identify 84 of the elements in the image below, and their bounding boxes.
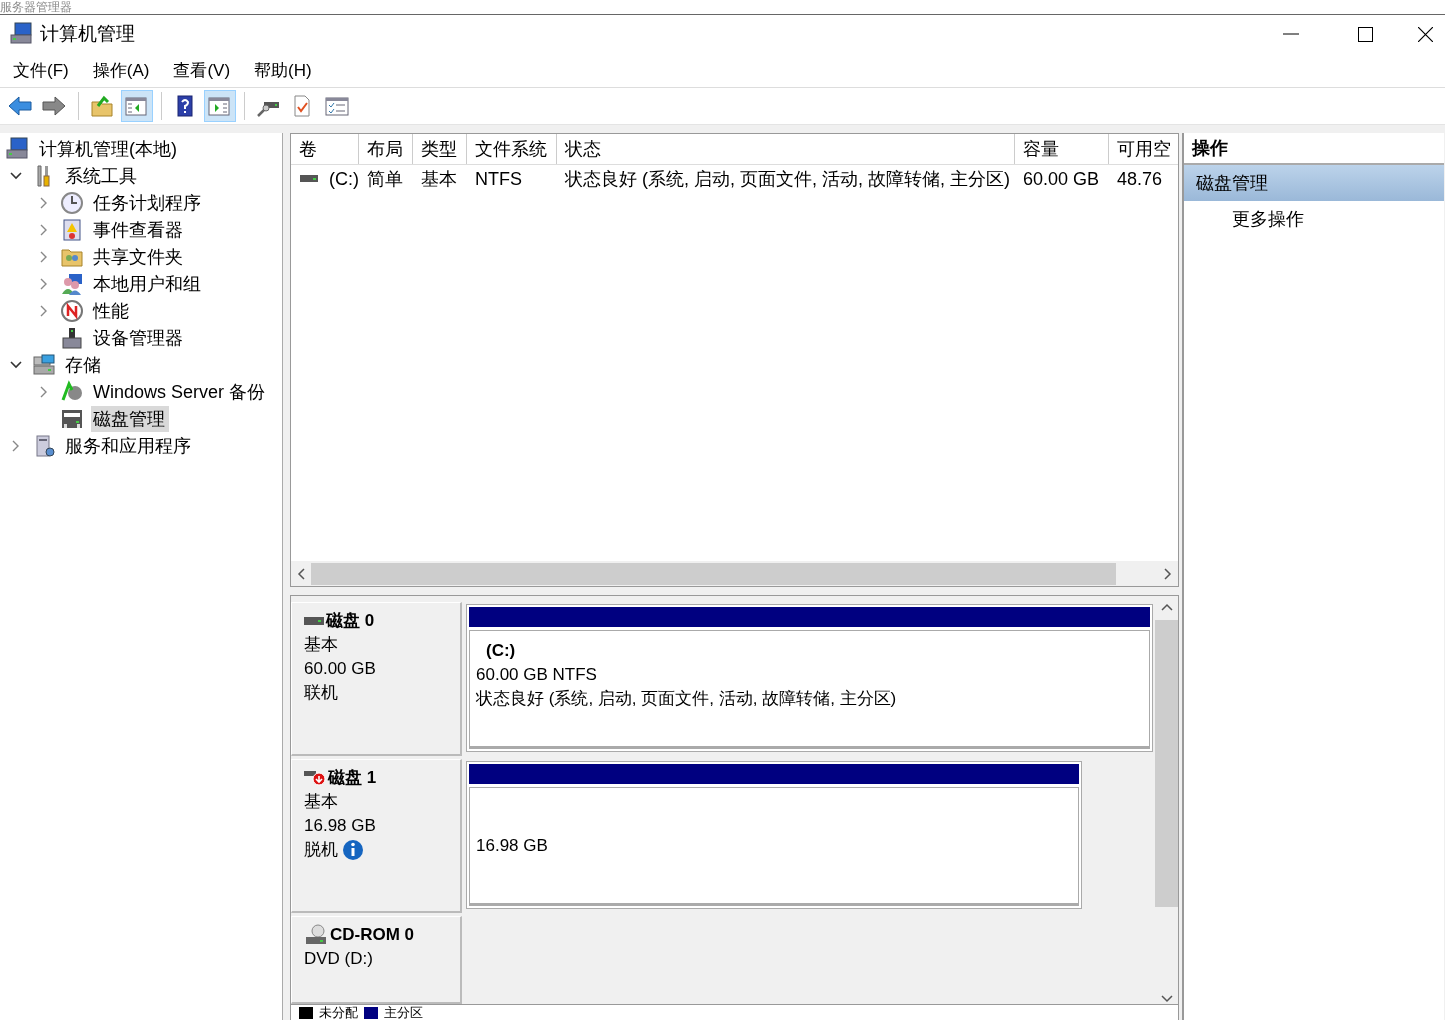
column-header[interactable]: 容量	[1015, 134, 1109, 164]
tree-item[interactable]: 服务和应用程序	[63, 432, 195, 459]
tree-item[interactable]: 计算机管理(本地)	[37, 135, 181, 162]
table-cell: 60.00 GB	[1023, 168, 1100, 190]
disk-size: 16.98 GB	[304, 815, 377, 837]
folder-up-icon	[90, 94, 116, 118]
scroll-thumb[interactable]	[311, 562, 1116, 585]
disk-status: 联机	[304, 682, 338, 704]
device-icon	[60, 325, 84, 350]
clock-icon	[60, 190, 84, 215]
disk-size: 60.00 GB	[304, 658, 377, 680]
computer-icon	[6, 136, 30, 161]
users-icon	[60, 271, 84, 296]
tree-item[interactable]: 共享文件夹	[91, 243, 187, 270]
disk-type: DVD (D:)	[304, 948, 374, 970]
legend-label: 主分区	[384, 1003, 423, 1020]
menu-item[interactable]: 帮助(H)	[246, 58, 320, 82]
cd-drive-icon	[304, 923, 328, 947]
tree-item[interactable]: 事件查看器	[91, 216, 187, 243]
gauge-icon	[60, 298, 84, 323]
column-header[interactable]: 卷	[291, 134, 359, 164]
table-cell: NTFS	[475, 168, 522, 190]
tree-item[interactable]: 设备管理器	[91, 324, 187, 351]
tree-item[interactable]: 任务计划程序	[91, 189, 205, 216]
partition-size: 60.00 GB NTFS	[476, 664, 598, 686]
partition-block[interactable]: (C:) 60.00 GB NTFS 状态良好 (系统, 启动, 页面文件, 活动, 故障转储, 主分区)	[466, 604, 1153, 752]
tree-item[interactable]: 存储	[63, 351, 105, 378]
scroll-right-icon	[1164, 567, 1172, 580]
partition-block[interactable]: 16.98 GB	[466, 761, 1082, 909]
minimize-icon	[1283, 33, 1299, 35]
disk-name: 磁盘 0	[326, 610, 375, 632]
storage-icon	[32, 352, 56, 377]
collapse-chevron-icon[interactable]	[10, 169, 22, 182]
tree-item[interactable]: Windows Server 备份	[91, 378, 270, 405]
column-header[interactable]: 布局	[359, 134, 413, 164]
column-header[interactable]: 类型	[413, 134, 467, 164]
disk-label-panel[interactable]: 磁盘 1 基本 16.98 GB 脱机	[291, 759, 462, 913]
show-tree-icon	[124, 94, 150, 118]
collapse-chevron-icon[interactable]	[10, 358, 22, 371]
drive-icon	[299, 174, 319, 184]
computer-icon	[10, 22, 34, 46]
menu-item[interactable]: 查看(V)	[165, 58, 239, 82]
scroll-left-icon	[297, 567, 305, 580]
tree-item[interactable]: 磁盘管理	[91, 405, 169, 432]
scroll-thumb[interactable]	[1155, 620, 1178, 907]
horizontal-scrollbar[interactable]	[291, 561, 1178, 586]
column-header[interactable]: 文件系统	[467, 134, 557, 164]
disk-type: 基本	[304, 634, 339, 656]
properties-icon	[324, 94, 350, 118]
menu-item[interactable]: 操作(A)	[84, 58, 158, 82]
tree-item[interactable]: 性能	[91, 297, 133, 324]
scroll-up-icon	[1160, 602, 1173, 612]
scroll-down-icon	[1160, 994, 1173, 1004]
legend-label: 未分配	[319, 1003, 358, 1020]
table-cell: (C:)	[329, 168, 359, 190]
disk-label-panel[interactable]: 磁盘 0 基本 60.00 GB 联机	[291, 602, 462, 756]
table-cell-text: 简单	[367, 168, 403, 191]
info-icon[interactable]	[342, 839, 364, 861]
forward-arrow-icon	[41, 94, 67, 118]
tree-item[interactable]: 本地用户和组	[91, 270, 205, 297]
actions-section[interactable]: 磁盘管理	[1184, 165, 1444, 201]
close-icon	[1417, 26, 1433, 42]
back-arrow-icon	[7, 94, 33, 118]
disk-status: 脱机	[304, 839, 338, 861]
tree-item[interactable]: 系统工具	[63, 162, 141, 189]
show-tree-button[interactable]	[121, 90, 153, 122]
window-title: 计算机管理	[40, 22, 136, 46]
maximize-icon	[1357, 26, 1373, 42]
partition-size: 16.98 GB	[476, 834, 549, 857]
partition-name: (C:)	[485, 640, 517, 662]
column-header[interactable]: 状态	[557, 134, 1015, 164]
action-link[interactable]: 更多操作	[1184, 201, 1444, 237]
table-cell: 48.76	[1117, 168, 1163, 190]
table-cell-text: 状态良好 (系统, 启动, 页面文件, 活动, 故障转储, 主分区)	[565, 168, 1010, 191]
disk-name: 磁盘 1	[328, 767, 377, 789]
table-cell-text: 基本	[421, 168, 457, 191]
disk-type: 基本	[304, 791, 339, 813]
partition-status: 状态良好 (系统, 启动, 页面文件, 活动, 故障转储, 主分区)	[476, 688, 898, 710]
background-window-title: 服务器管理器	[0, 0, 72, 14]
menu-item[interactable]: 文件(F)	[5, 58, 77, 82]
log-icon	[60, 217, 84, 242]
disk-name: CD-ROM 0	[330, 924, 415, 946]
vertical-scrollbar[interactable]	[1155, 602, 1178, 1004]
show-pane-icon	[207, 94, 233, 118]
